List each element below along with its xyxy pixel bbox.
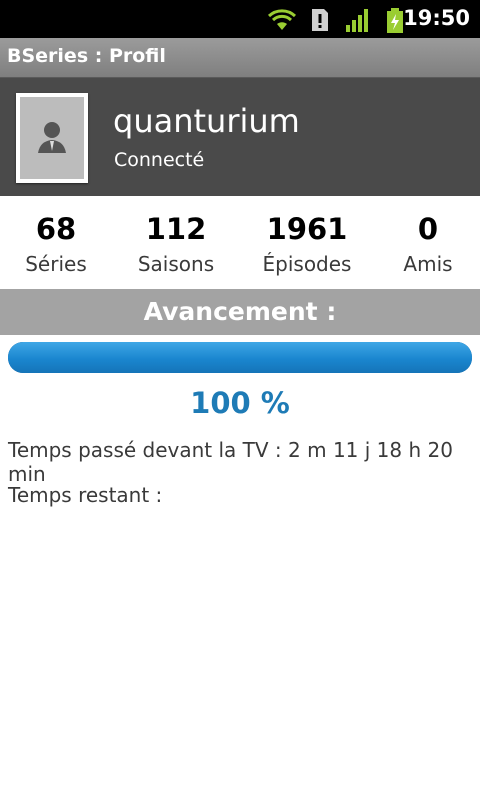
clock: 19:50 [403,6,470,30]
stat-value: 0 [417,212,439,246]
app-title: BSeries : Profil [7,45,166,67]
user-silhouette-icon [38,122,66,153]
stat-episodes: 1961 Épisodes [247,196,367,276]
stat-friends: 0 Amis [368,196,480,276]
connection-status: Connecté [114,149,205,171]
battery-charging-icon [387,8,403,33]
signal-icon [346,9,368,32]
wifi-icon [267,9,297,30]
sd-card-alert-icon [312,9,328,31]
progress-fill [8,342,472,373]
stat-label: Séries [25,252,87,276]
remaining-time-text: Temps restant : [8,483,163,507]
stat-label: Épisodes [262,252,352,276]
stats-row: 68 Séries 112 Saisons 1961 Épisodes 0 Am… [0,196,480,288]
progress-percent: 100 % [190,386,290,420]
stat-label: Saisons [137,252,215,276]
stat-seasons: 112 Saisons [116,196,236,276]
stat-value: 112 [145,212,207,246]
stat-series: 68 Séries [0,196,116,276]
username: quanturium [113,102,300,140]
progress-bar [8,342,472,373]
tv-time-text: Temps passé devant la TV : 2 m 11 j 18 h… [8,438,453,486]
status-bar: 19:50 [0,0,480,38]
profile-header: quanturium Connecté [0,78,480,196]
stat-value: 68 [35,212,77,246]
progress-header: Avancement : [0,289,480,335]
avatar[interactable] [16,93,88,183]
stat-value: 1961 [266,212,348,246]
title-bar: BSeries : Profil [0,38,480,78]
stat-label: Amis [403,252,453,276]
